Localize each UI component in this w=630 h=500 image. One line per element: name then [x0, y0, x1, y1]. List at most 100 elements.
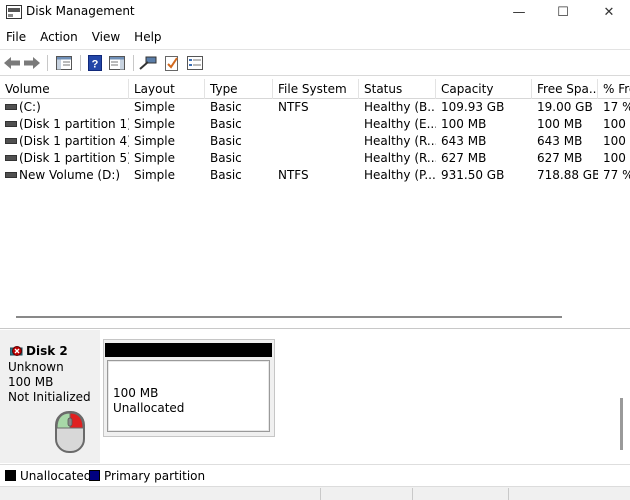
horizontal-scrollbar-thumb[interactable] — [16, 316, 562, 318]
legend-swatch-unallocated — [5, 470, 16, 481]
cell-free-space: 100 MB — [537, 117, 583, 131]
toolbar-separator — [80, 55, 81, 71]
legend-label-primary-partition: Primary partition — [104, 469, 206, 483]
toolbar-separator — [133, 55, 134, 71]
connect-icon[interactable] — [138, 53, 158, 73]
status-bar-divider — [320, 488, 321, 500]
disk-size: 100 MB — [8, 375, 54, 389]
cell-file-system — [273, 133, 359, 150]
cell-capacity: 643 MB — [441, 134, 487, 148]
status-bar — [0, 486, 630, 500]
window-title: Disk Management — [26, 4, 135, 18]
cell-layout: Simple — [134, 134, 175, 148]
back-arrow-icon[interactable] — [2, 53, 22, 73]
cell-status: Healthy (R... — [364, 134, 436, 148]
cell-percent-free: 17 % — [603, 100, 630, 114]
status-bar-divider — [412, 488, 413, 500]
cell-free-space: 718.88 GB — [537, 168, 598, 182]
cell-capacity: 627 MB — [441, 151, 487, 165]
cell-percent-free: 77 % — [603, 168, 630, 182]
cell-type: Basic — [210, 100, 242, 114]
disk-graphical-pane: Disk 2 Unknown 100 MB Not Initialized 10… — [0, 330, 630, 463]
vertical-scrollbar-thumb[interactable] — [620, 398, 623, 450]
cell-percent-free: 100 % — [603, 151, 630, 165]
close-button[interactable]: ✕ — [586, 0, 630, 24]
settings-list-icon[interactable] — [185, 53, 205, 73]
table-row[interactable]: (Disk 1 partition 1) Simple Basic Health… — [0, 116, 630, 133]
cell-percent-free: 100 % — [603, 134, 630, 148]
cell-file-system: NTFS — [278, 168, 309, 182]
maximize-button[interactable]: ☐ — [540, 0, 586, 24]
unallocated-partition-block[interactable]: 100 MB Unallocated — [103, 339, 275, 437]
cell-free-space: 643 MB — [537, 134, 583, 148]
cell-status: Healthy (E... — [364, 117, 436, 131]
menu-view[interactable]: View — [85, 27, 127, 47]
console-tree-icon[interactable] — [54, 53, 74, 73]
column-header-status[interactable]: Status — [359, 79, 436, 99]
cell-type: Basic — [210, 134, 242, 148]
column-header-layout[interactable]: Layout — [129, 79, 205, 99]
menu-help[interactable]: Help — [127, 27, 168, 47]
cell-free-space: 627 MB — [537, 151, 583, 165]
cell-status: Healthy (P... — [364, 168, 436, 182]
disk-name: Disk 2 — [26, 344, 68, 358]
partition-status: Unallocated — [113, 401, 185, 415]
status-bar-divider — [508, 488, 509, 500]
cell-volume: (Disk 1 partition 5) — [19, 151, 129, 165]
table-row[interactable]: (C:) Simple Basic NTFS Healthy (B... 109… — [0, 99, 630, 116]
volume-list[interactable]: Volume Layout Type File System Status Ca… — [0, 79, 630, 329]
toolbar-separator — [47, 55, 48, 71]
partition-body[interactable]: 100 MB Unallocated — [107, 360, 270, 432]
column-header-volume[interactable]: Volume — [0, 79, 129, 99]
menu-action[interactable]: Action — [33, 27, 85, 47]
cell-volume: (Disk 1 partition 1) — [19, 117, 129, 131]
disk-management-app-icon — [6, 5, 22, 19]
checklist-icon[interactable] — [162, 53, 182, 73]
cell-volume: (Disk 1 partition 4) — [19, 134, 129, 148]
mouse-cursor-icon — [55, 411, 85, 453]
menu-file[interactable]: File — [0, 27, 33, 47]
cell-type: Basic — [210, 117, 242, 131]
cell-type: Basic — [210, 168, 242, 182]
column-header-type[interactable]: Type — [205, 79, 273, 99]
cell-free-space: 19.00 GB — [537, 100, 593, 114]
svg-text:?: ? — [92, 59, 99, 71]
horizontal-scrollbar[interactable] — [0, 309, 630, 326]
legend-label-unallocated: Unallocated — [20, 469, 92, 483]
cell-file-system — [273, 150, 359, 167]
volume-list-header: Volume Layout Type File System Status Ca… — [0, 79, 630, 99]
column-header-percent-free[interactable]: % Fre — [598, 79, 630, 99]
cell-type: Basic — [210, 151, 242, 165]
disk-state: Not Initialized — [8, 390, 91, 404]
disk-header-panel[interactable]: Disk 2 Unknown 100 MB Not Initialized — [0, 330, 100, 463]
column-header-free-space[interactable]: Free Spa... — [532, 79, 598, 99]
cell-layout: Simple — [134, 168, 175, 182]
cell-volume: New Volume (D:) — [19, 168, 121, 182]
legend: Unallocated Primary partition — [0, 464, 630, 486]
toolbar: ? — [0, 49, 630, 76]
cell-percent-free: 100 % — [603, 117, 630, 131]
partition-size: 100 MB — [113, 386, 159, 400]
minimize-button[interactable]: — — [496, 0, 542, 24]
table-row[interactable]: New Volume (D:) Simple Basic NTFS Health… — [0, 167, 630, 184]
table-row[interactable]: (Disk 1 partition 5) Simple Basic Health… — [0, 150, 630, 167]
cell-file-system: NTFS — [278, 100, 309, 114]
properties-pane-icon[interactable] — [107, 53, 127, 73]
column-header-file-system[interactable]: File System — [273, 79, 359, 99]
partition-color-bar — [105, 343, 272, 357]
menu-bar: File Action View Help — [0, 26, 630, 48]
cell-layout: Simple — [134, 100, 175, 114]
forward-arrow-icon[interactable] — [22, 53, 42, 73]
help-icon[interactable]: ? — [85, 53, 105, 73]
cell-capacity: 931.50 GB — [441, 168, 505, 182]
cell-status: Healthy (B... — [364, 100, 436, 114]
legend-swatch-primary-partition — [89, 470, 100, 481]
column-header-capacity[interactable]: Capacity — [436, 79, 532, 99]
cell-volume: (C:) — [19, 100, 41, 114]
title-bar: Disk Management — ☐ ✕ — [0, 0, 630, 24]
disk-type: Unknown — [8, 360, 64, 374]
cell-capacity: 100 MB — [441, 117, 487, 131]
cell-status: Healthy (R... — [364, 151, 436, 165]
cell-layout: Simple — [134, 151, 175, 165]
table-row[interactable]: (Disk 1 partition 4) Simple Basic Health… — [0, 133, 630, 150]
